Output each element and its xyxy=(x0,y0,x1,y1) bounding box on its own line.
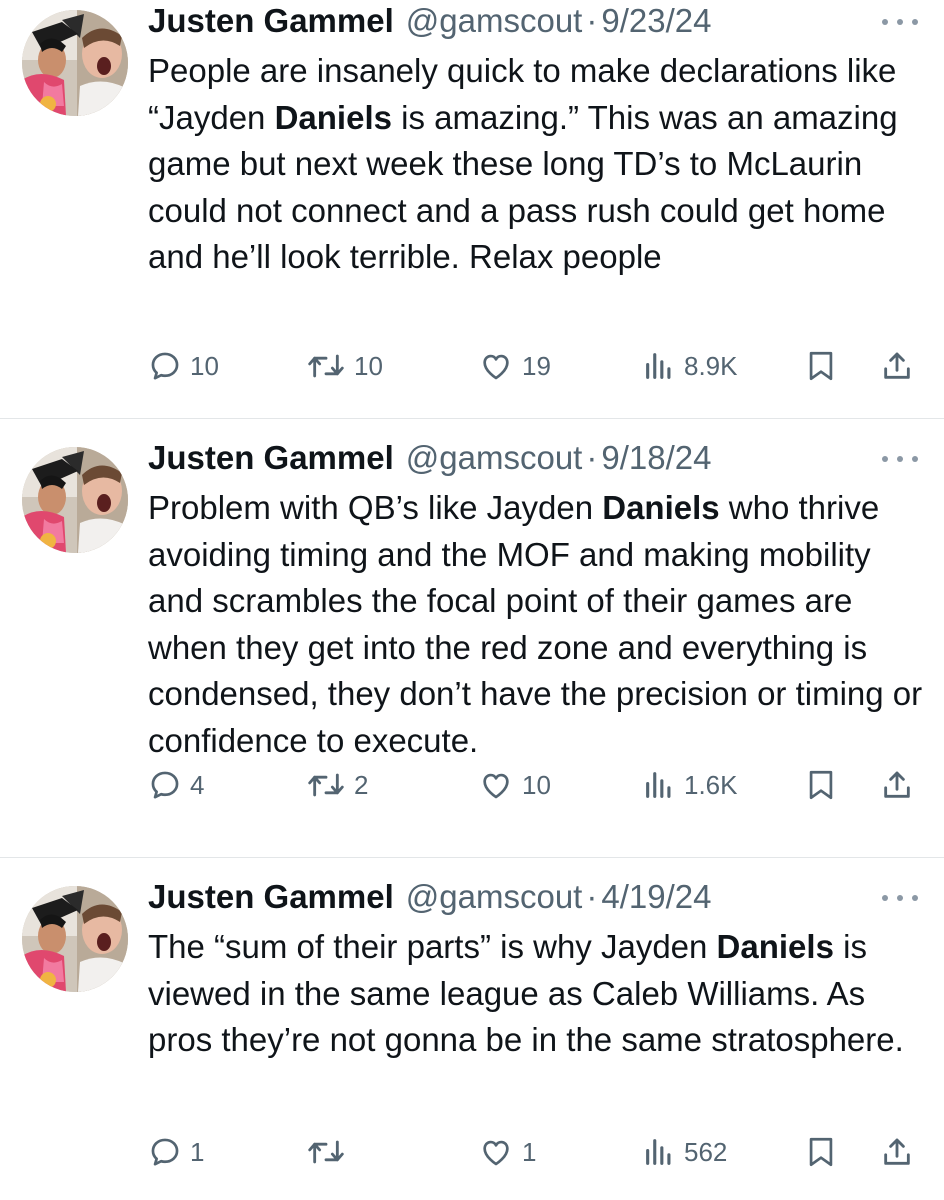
views-icon xyxy=(646,1139,671,1165)
author-name[interactable]: Justen Gammel xyxy=(148,439,394,477)
reply-icon xyxy=(151,771,179,799)
views-button[interactable]: 8.9K xyxy=(642,349,738,383)
like-icon xyxy=(483,354,509,380)
like-icon xyxy=(483,1140,509,1166)
tweet-2[interactable]: Justen Gammel @gamscout · 9/18/24 Proble… xyxy=(0,419,944,858)
retweet-icon xyxy=(308,354,344,378)
view-count: 562 xyxy=(684,1136,728,1167)
author-name[interactable]: Justen Gammel xyxy=(148,2,394,40)
share-icon xyxy=(884,1138,910,1165)
reply-icon xyxy=(151,1138,179,1166)
more-icon[interactable] xyxy=(882,10,918,34)
views-icon xyxy=(646,772,671,798)
retweet-icon xyxy=(308,773,344,797)
view-count: 1.6K xyxy=(684,769,738,800)
more-icon[interactable] xyxy=(882,447,918,471)
like-count: 1 xyxy=(522,1136,537,1167)
reply-button[interactable]: 10 xyxy=(148,349,219,383)
tweet-date[interactable]: 4/19/24 xyxy=(601,878,711,916)
separator-dot: · xyxy=(586,2,598,39)
avatar-image xyxy=(22,886,128,992)
author-handle[interactable]: @gamscout xyxy=(406,439,583,477)
retweet-button[interactable]: 2 xyxy=(306,768,368,802)
views-button[interactable]: 1.6K xyxy=(642,768,738,802)
share-button[interactable] xyxy=(880,767,914,803)
retweet-count: 10 xyxy=(354,350,383,381)
tweet-text: People are insanely quick to make declar… xyxy=(148,52,898,275)
bookmark-button[interactable] xyxy=(804,1134,838,1170)
author-handle[interactable]: @gamscout xyxy=(406,2,583,40)
tweet-text: Problem with QB’s like Jayden Daniels wh… xyxy=(148,489,923,759)
tweet-date[interactable]: 9/23/24 xyxy=(601,2,711,40)
author-handle[interactable]: @gamscout xyxy=(406,878,583,916)
author-name[interactable]: Justen Gammel xyxy=(148,878,394,916)
bookmark-icon xyxy=(809,770,833,800)
share-button[interactable] xyxy=(880,348,914,384)
avatar[interactable] xyxy=(22,886,128,992)
bookmark-icon xyxy=(809,351,833,381)
view-count: 8.9K xyxy=(684,350,738,381)
like-button[interactable]: 19 xyxy=(478,349,551,383)
share-icon xyxy=(884,352,910,379)
avatar[interactable] xyxy=(22,447,128,553)
bookmark-button[interactable] xyxy=(804,348,838,384)
retweet-count: 2 xyxy=(354,769,369,800)
share-icon xyxy=(884,771,910,798)
bookmark-icon xyxy=(809,1137,833,1167)
views-icon xyxy=(646,353,671,379)
avatar-image xyxy=(22,447,128,553)
share-button[interactable] xyxy=(880,1134,914,1170)
like-count: 19 xyxy=(522,350,551,381)
reply-button[interactable]: 4 xyxy=(148,768,204,802)
reply-button[interactable]: 1 xyxy=(148,1135,204,1169)
separator-dot: · xyxy=(586,439,598,476)
retweet-button[interactable] xyxy=(306,1135,354,1169)
retweet-button[interactable]: 10 xyxy=(306,349,383,383)
bookmark-button[interactable] xyxy=(804,767,838,803)
tweet-header: Justen Gammel @gamscout · 9/23/24 xyxy=(148,2,711,46)
tweet-text: The “sum of their parts” is why Jayden D… xyxy=(148,928,904,1058)
tweet-actions: 10 10 19 8.9K xyxy=(148,346,922,386)
tweet-1[interactable]: Justen Gammel @gamscout · 9/23/24 People… xyxy=(0,0,944,419)
tweet-header: Justen Gammel @gamscout · 4/19/24 xyxy=(148,878,711,922)
tweet-header: Justen Gammel @gamscout · 9/18/24 xyxy=(148,439,711,483)
views-button[interactable]: 562 xyxy=(642,1135,727,1169)
tweet-feed: Justen Gammel @gamscout · 9/23/24 People… xyxy=(0,0,944,1200)
retweet-icon xyxy=(308,1140,344,1164)
tweet-3[interactable]: Justen Gammel @gamscout · 4/19/24 The “s… xyxy=(0,858,944,1200)
tweet-date[interactable]: 9/18/24 xyxy=(601,439,711,477)
like-button[interactable]: 1 xyxy=(478,1135,536,1169)
like-count: 10 xyxy=(522,769,551,800)
avatar-image xyxy=(22,10,128,116)
avatar[interactable] xyxy=(22,10,128,116)
tweet-actions: 1 1 562 xyxy=(148,1132,922,1172)
reply-count: 1 xyxy=(190,1136,205,1167)
separator-dot: · xyxy=(586,878,598,915)
like-icon xyxy=(483,773,509,799)
reply-count: 4 xyxy=(190,769,205,800)
more-icon[interactable] xyxy=(882,886,918,910)
reply-count: 10 xyxy=(190,350,219,381)
reply-icon xyxy=(151,352,179,380)
like-button[interactable]: 10 xyxy=(478,768,551,802)
tweet-actions: 4 2 10 1.6K xyxy=(148,765,922,805)
